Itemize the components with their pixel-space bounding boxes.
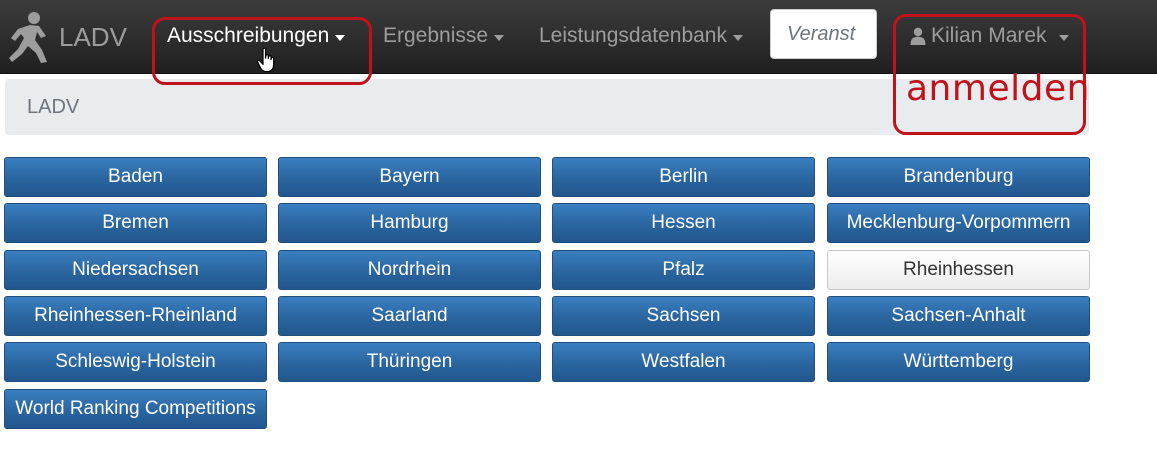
user-menu[interactable]: Kilian Marek	[910, 0, 1069, 72]
caret-down-icon	[494, 34, 505, 41]
nav-leistungsdatenbank-label: Leistungsdatenbank	[539, 24, 727, 47]
brand-link[interactable]: LADV	[6, 10, 127, 64]
region-button[interactable]: Brandenburg	[827, 157, 1090, 197]
breadcrumb-item[interactable]: LADV	[27, 96, 79, 119]
caret-down-icon	[335, 34, 346, 41]
region-button[interactable]: Rheinhessen-Rheinland	[4, 296, 267, 336]
region-button[interactable]: Sachsen	[552, 296, 815, 336]
region-button[interactable]: Niedersachsen	[4, 250, 267, 290]
region-button[interactable]: Pfalz	[552, 250, 815, 290]
nav-ergebnisse[interactable]: Ergebnisse	[383, 0, 505, 72]
region-button[interactable]: Württemberg	[827, 342, 1090, 382]
region-button[interactable]: Bayern	[278, 157, 541, 197]
hand-cursor-icon	[256, 47, 275, 73]
nav-ergebnisse-label: Ergebnisse	[383, 24, 489, 47]
annotation-label: anmelden	[906, 68, 1090, 109]
caret-down-icon	[1058, 34, 1069, 41]
nav-ausschreibungen-label: Ausschreibungen	[167, 24, 330, 47]
region-button[interactable]: Westfalen	[552, 342, 815, 382]
region-button[interactable]: Rheinhessen	[827, 250, 1090, 290]
user-name: Kilian Marek	[931, 24, 1047, 47]
sprinter-logo-icon	[9, 12, 47, 63]
top-navbar: LADV Ausschreibungen Ergebnisse Leistung…	[0, 0, 1157, 74]
region-button[interactable]: Hamburg	[278, 203, 541, 243]
region-button[interactable]: Thüringen	[278, 342, 541, 382]
region-button[interactable]: Bremen	[4, 203, 267, 243]
region-button[interactable]: Hessen	[552, 203, 815, 243]
user-icon	[910, 27, 926, 45]
region-button[interactable]: Sachsen-Anhalt	[827, 296, 1090, 336]
region-button[interactable]: Mecklenburg-Vorpommern	[827, 203, 1090, 243]
nav-leistungsdatenbank[interactable]: Leistungsdatenbank	[539, 0, 743, 72]
region-button[interactable]: Schleswig-Holstein	[4, 342, 267, 382]
brand-text: LADV	[59, 21, 127, 52]
event-search-input[interactable]	[770, 9, 877, 59]
region-button[interactable]: Baden	[4, 157, 267, 197]
region-button[interactable]: Saarland	[278, 296, 541, 336]
region-button[interactable]: Berlin	[552, 157, 815, 197]
region-button[interactable]: Nordrhein	[278, 250, 541, 290]
caret-down-icon	[733, 34, 743, 41]
region-button[interactable]: World Ranking Competitions	[4, 389, 267, 429]
page: LADV Ausschreibungen Ergebnisse Leistung…	[0, 0, 1157, 456]
